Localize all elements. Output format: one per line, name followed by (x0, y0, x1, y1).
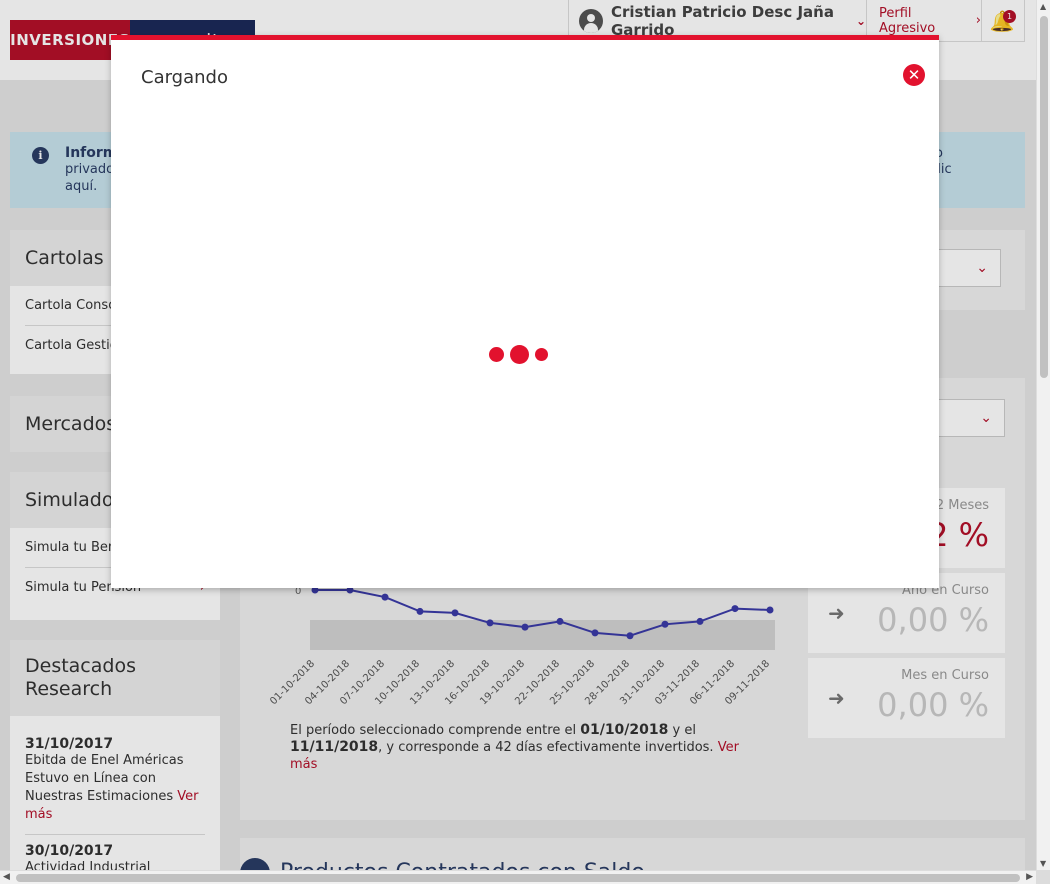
close-icon[interactable]: ✕ (903, 64, 925, 86)
horizontal-scrollbar[interactable]: ◀ ▶ (0, 870, 1036, 884)
loading-modal: Cargando ✕ (111, 35, 939, 588)
loading-dot (510, 345, 529, 364)
scroll-thumb[interactable] (16, 874, 1020, 882)
scrollbar-corner (1036, 870, 1050, 884)
scroll-up-icon[interactable]: ▲ (1040, 2, 1046, 11)
loading-spinner (489, 345, 548, 364)
loading-dot (489, 347, 504, 362)
scroll-right-icon[interactable]: ▶ (1026, 872, 1033, 882)
modal-title: Cargando (141, 67, 228, 88)
scroll-thumb[interactable] (1040, 16, 1048, 378)
scroll-down-icon[interactable]: ▼ (1040, 859, 1046, 868)
vertical-scrollbar[interactable]: ▲ ▼ (1036, 0, 1050, 870)
scroll-left-icon[interactable]: ◀ (3, 872, 10, 882)
loading-dot (535, 348, 548, 361)
